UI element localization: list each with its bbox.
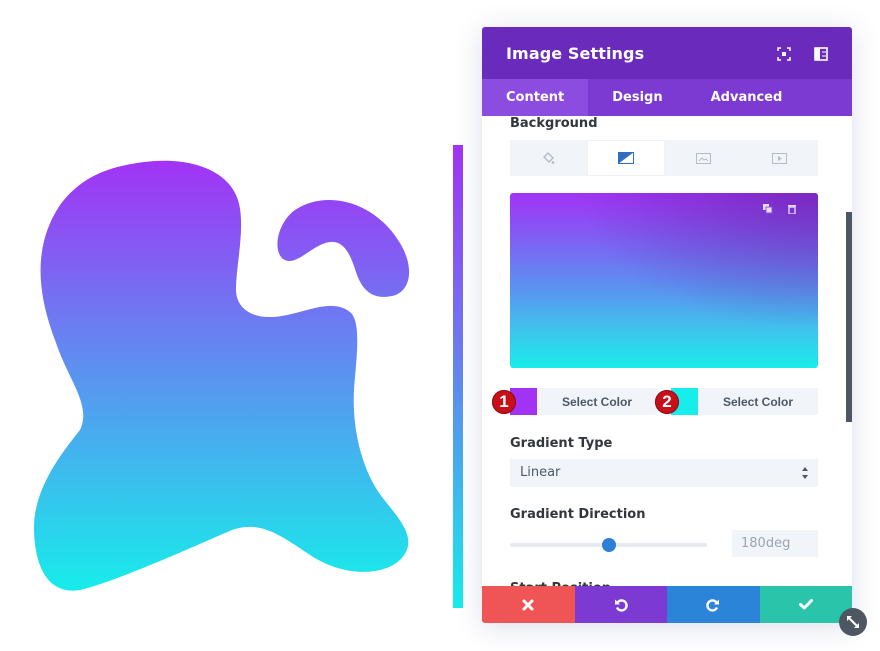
gradient-direction-input[interactable]: 180deg (732, 530, 818, 557)
background-label: Background (510, 116, 598, 131)
sidebar-layout-icon[interactable] (814, 46, 828, 61)
redo-icon (706, 598, 720, 612)
modal-body: Background Select Color 1 Select Color 2… (482, 116, 852, 586)
modal-scrollbar[interactable] (846, 212, 852, 422)
tab-advanced[interactable]: Advanced (687, 79, 807, 116)
image-icon (695, 152, 711, 164)
close-icon (522, 599, 534, 610)
bg-tab-image[interactable] (665, 140, 742, 176)
annotation-badge-1: 1 (492, 390, 516, 414)
annotation-badge-2: 2 (655, 390, 679, 414)
undo-button[interactable] (574, 586, 667, 623)
vertical-gradient-bar (453, 145, 463, 608)
blob-hook-shape (277, 200, 410, 297)
modal-footer (482, 586, 852, 623)
undo-icon (614, 598, 628, 612)
duplicate-icon[interactable] (763, 204, 773, 214)
bg-tab-video[interactable] (742, 140, 819, 176)
gradient-type-select[interactable]: Linear (510, 459, 818, 487)
tab-design[interactable]: Design (588, 79, 686, 116)
color-stop-1: Select Color (510, 388, 657, 415)
gradient-type-label: Gradient Type (510, 436, 613, 451)
resize-handle[interactable] (839, 608, 867, 636)
slider-thumb[interactable] (601, 538, 616, 552)
resize-arrows-icon (847, 616, 859, 628)
color-stop-2: Select Color (671, 388, 818, 415)
save-button[interactable] (759, 586, 852, 623)
cancel-button[interactable] (482, 586, 575, 623)
image-settings-modal: Image Settings Content Design Advanced B… (482, 27, 852, 623)
modal-title: Image Settings (506, 43, 645, 63)
color-stop-2-select-button[interactable]: Select Color (698, 388, 818, 415)
redo-button[interactable] (667, 586, 760, 623)
gradient-direction-label: Gradient Direction (510, 507, 646, 522)
tab-content[interactable]: Content (482, 79, 589, 116)
video-icon (772, 152, 788, 164)
bg-tab-gradient[interactable] (586, 140, 665, 176)
color-stop-1-select-button[interactable]: Select Color (537, 388, 657, 415)
gradient-type-value: Linear (520, 465, 561, 480)
bg-tab-color[interactable] (510, 140, 587, 176)
gradient-icon (617, 152, 634, 164)
gradient-direction-slider[interactable] (510, 537, 707, 553)
select-arrows-icon (802, 467, 808, 479)
paint-bucket-icon (543, 152, 555, 164)
modal-tabs: Content Design Advanced (482, 79, 852, 116)
background-type-tabs (510, 140, 818, 176)
check-icon (798, 599, 813, 610)
gradient-preview (510, 193, 818, 368)
trash-icon[interactable] (787, 204, 797, 214)
modal-header: Image Settings (482, 27, 852, 79)
fullscreen-icon[interactable] (777, 46, 791, 61)
gradient-blob-artwork (33, 160, 410, 591)
